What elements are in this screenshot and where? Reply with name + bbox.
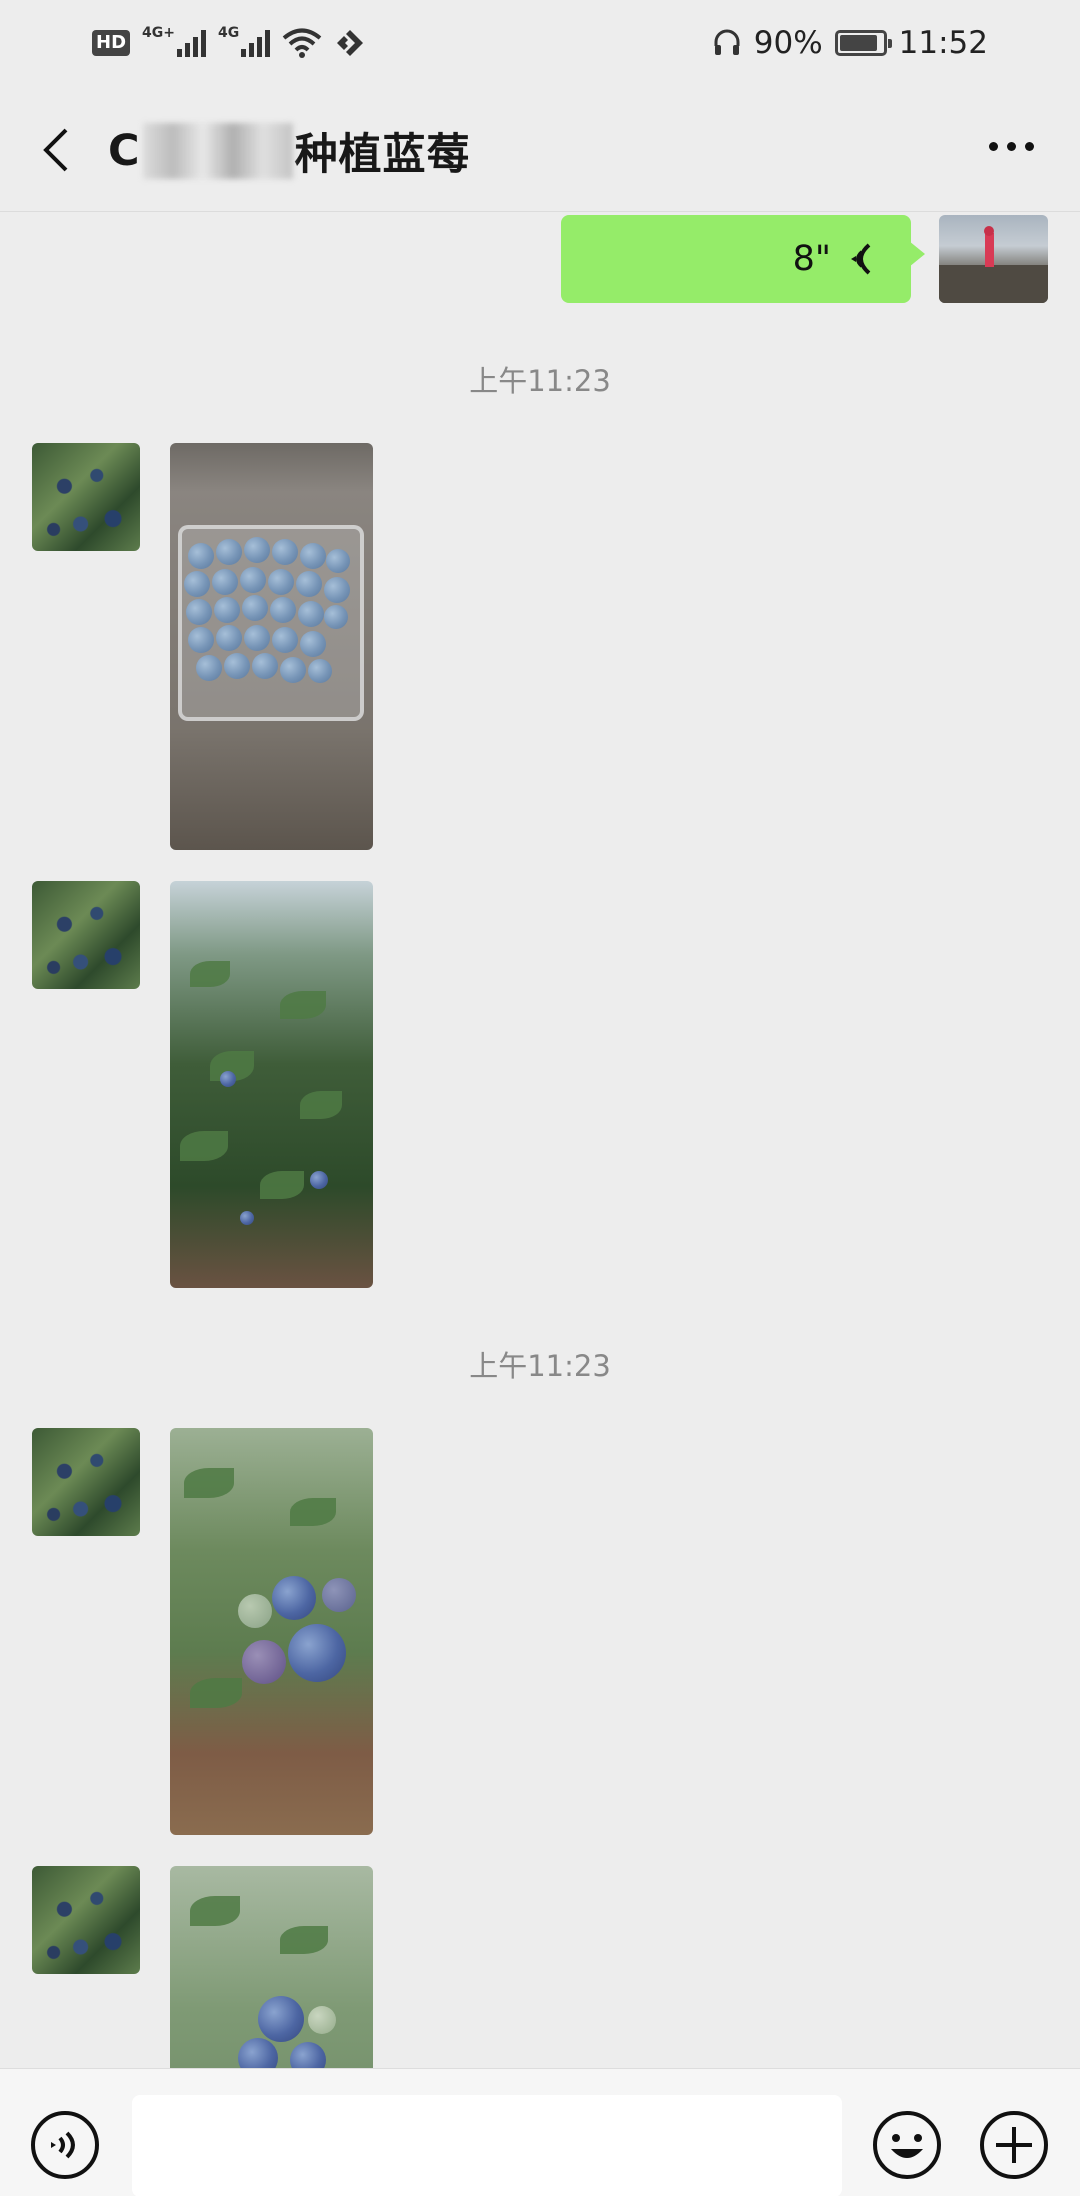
timestamp: 上午11:23 <box>469 1349 611 1383</box>
emoji-icon[interactable] <box>871 2109 943 2181</box>
redacted-name <box>142 123 293 179</box>
contact-avatar[interactable] <box>32 443 140 551</box>
vpn-icon <box>337 30 364 56</box>
chat-title-suffix: 种植蓝莓 <box>294 130 471 180</box>
chat-title: C 种植蓝莓 <box>108 120 471 182</box>
contact-avatar[interactable] <box>32 1428 140 1536</box>
contact-avatar[interactable] <box>32 1866 140 1974</box>
my-avatar[interactable] <box>939 215 1048 303</box>
network-type-2: 4G <box>217 25 240 41</box>
wifi-icon <box>282 28 322 58</box>
blueberry-branch-image[interactable] <box>170 1866 373 2068</box>
voice-icon[interactable] <box>29 2109 101 2181</box>
battery-level <box>839 35 878 51</box>
clock: 11:52 <box>898 25 988 61</box>
battery-icon <box>834 30 892 56</box>
headphones-icon <box>714 29 740 55</box>
status-bar: HD 4G+ 4G 90% 11:52 <box>0 0 1080 86</box>
avatar-image <box>939 226 1048 303</box>
greenhouse-bushes-image[interactable] <box>170 881 373 1288</box>
signal-bars-2-icon <box>241 29 271 57</box>
voice-bubble[interactable]: 8" <box>561 215 925 303</box>
plus-icon[interactable] <box>978 2109 1050 2181</box>
timestamp: 上午11:23 <box>469 364 611 398</box>
more-icon[interactable] <box>989 142 1034 151</box>
message-input[interactable] <box>132 2095 842 2196</box>
signal-2: 4G <box>218 25 271 57</box>
input-bar <box>0 2068 1080 2196</box>
sent-voice-message: 8" <box>0 215 1080 305</box>
blueberry-closeup-image[interactable] <box>170 1428 373 1835</box>
signal-bars-1-icon <box>176 29 206 57</box>
message-list[interactable]: 8" 上午11:23 上午11:23 <box>0 212 1080 2068</box>
voice-duration: 8" <box>792 239 831 279</box>
chat-header: C 种植蓝莓 <box>0 86 1080 212</box>
hd-badge: HD <box>92 30 131 56</box>
voice-wave-icon <box>851 243 871 275</box>
battery-percent: 90% <box>753 25 823 61</box>
status-left: HD 4G+ 4G <box>92 25 366 59</box>
signal-1: 4G+ <box>142 25 206 57</box>
chevron-left-icon[interactable] <box>36 126 80 174</box>
chat-title-prefix: C <box>108 126 141 176</box>
status-right: 90% 11:52 <box>712 25 988 61</box>
network-type-1: 4G+ <box>142 25 175 41</box>
blueberry-tray-image[interactable] <box>170 443 373 850</box>
contact-avatar[interactable] <box>32 881 140 989</box>
